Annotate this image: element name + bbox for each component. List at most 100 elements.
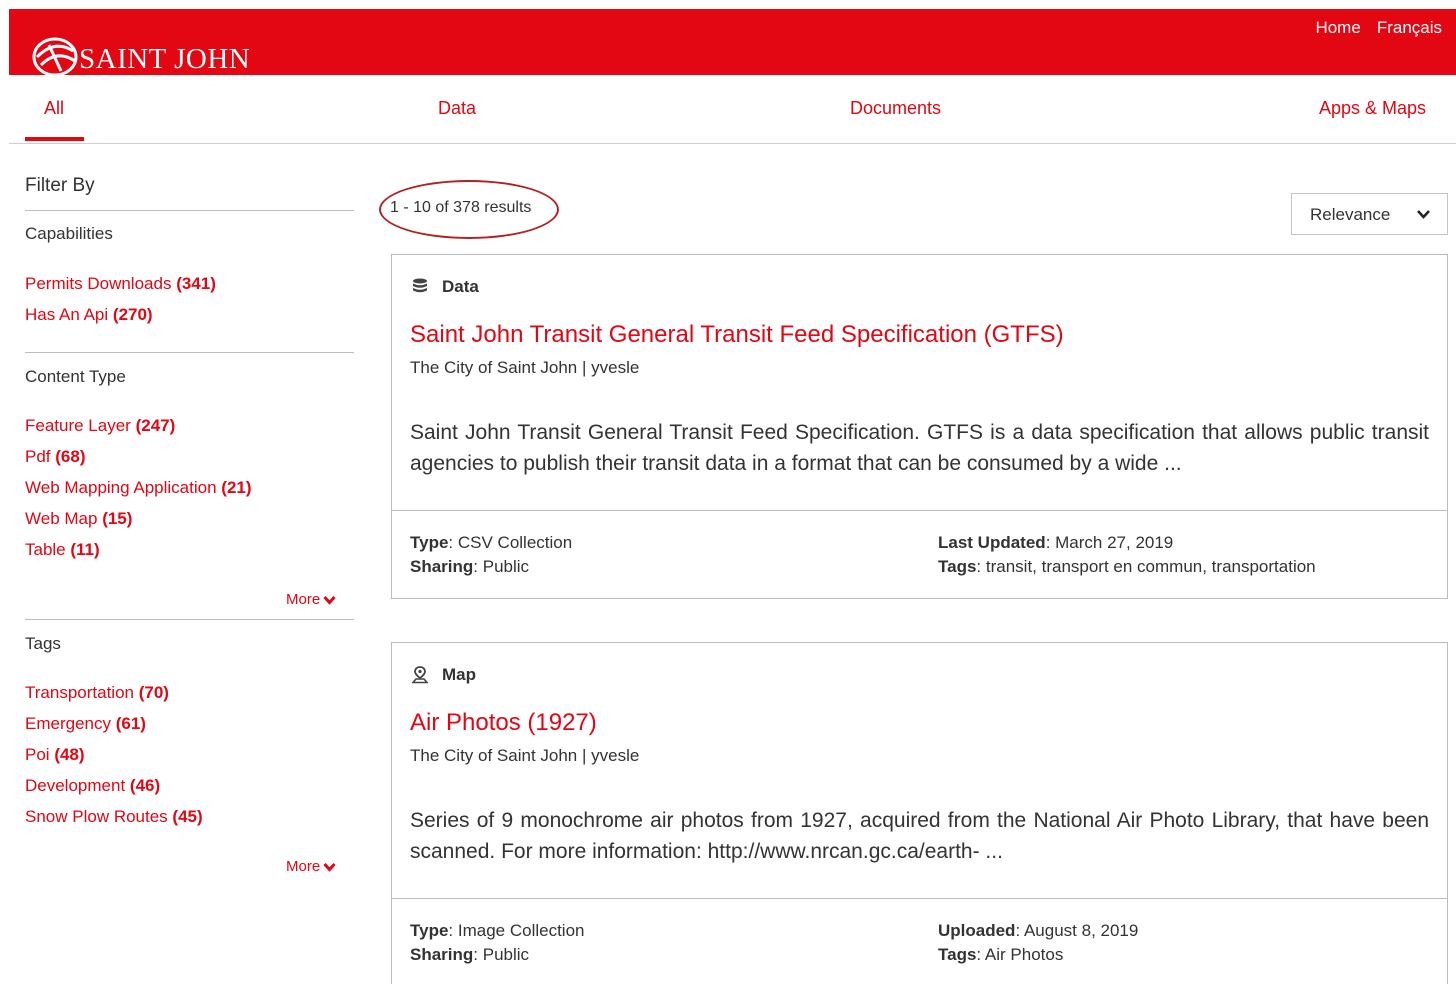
francais-link[interactable]: Français (1377, 18, 1442, 38)
facet-count: (48) (54, 745, 85, 764)
result-type-label: Data (442, 277, 479, 296)
meta-label: Tags (938, 945, 977, 964)
result-owner: The City of Saint John | yvesle (410, 358, 640, 377)
active-tab-indicator (25, 137, 84, 141)
facet-label: Permits Downloads (25, 274, 172, 293)
facet-label: Snow Plow Routes (25, 807, 168, 826)
map-pin-icon (412, 666, 428, 684)
tab-data[interactable]: Data (438, 98, 476, 119)
facet-emergency[interactable]: Emergency (61) (25, 714, 146, 734)
meta-value: : Public (473, 557, 530, 576)
divider (25, 352, 354, 353)
meta-value: : CSV Collection (448, 533, 573, 552)
divider (25, 210, 354, 211)
meta-label: Sharing (410, 557, 474, 576)
result-meta-sharing: Sharing: Public (410, 557, 529, 577)
tab-all[interactable]: All (44, 98, 64, 119)
meta-label: Sharing (410, 945, 474, 964)
capabilities-title: Capabilities (25, 224, 113, 243)
saint-john-logo[interactable]: SAINT JOHN (31, 35, 250, 79)
more-label: More (286, 591, 321, 608)
divider (392, 898, 1447, 899)
facet-poi[interactable]: Poi (48) (25, 745, 85, 765)
logo-emblem-icon (31, 35, 83, 79)
home-link[interactable]: Home (1315, 18, 1360, 38)
facet-count: (11) (70, 540, 100, 559)
facet-web-map[interactable]: Web Map (15) (25, 509, 132, 529)
result-title-link[interactable]: Air Photos (1927) (410, 709, 597, 737)
result-meta-sharing: Sharing: Public (410, 945, 529, 965)
facet-label: Development (25, 776, 126, 795)
facet-development[interactable]: Development (46) (25, 776, 160, 796)
tab-apps-maps[interactable]: Apps & Maps (1319, 98, 1426, 119)
result-description: Series of 9 monochrome air photos from 1… (410, 809, 1429, 863)
chevron-down-icon (323, 595, 336, 605)
facet-pdf[interactable]: Pdf (68) (25, 447, 86, 467)
result-type-label: Map (442, 665, 476, 684)
facet-count: (61) (115, 714, 146, 733)
facet-permits-downloads[interactable]: Permits Downloads (341) (25, 274, 216, 294)
facet-feature-layer[interactable]: Feature Layer (247) (25, 416, 175, 436)
facet-label: Pdf (25, 447, 51, 466)
facet-label: Feature Layer (25, 416, 131, 435)
result-owner: The City of Saint John | yvesle (410, 746, 640, 765)
result-meta-type: Type: Image Collection (410, 921, 585, 941)
meta-value: : Image Collection (448, 921, 585, 940)
facet-count: (15) (102, 509, 133, 528)
result-title-link[interactable]: Saint John Transit General Transit Feed … (410, 321, 1064, 349)
result-meta-tags: Tags: transit, transport en commun, tran… (938, 557, 1316, 577)
annotation-highlight-oval (379, 180, 559, 239)
result-meta-tags: Tags: Air Photos (938, 945, 1063, 965)
divider (392, 510, 1447, 511)
result-meta-date: Last Updated: March 27, 2019 (938, 533, 1173, 553)
meta-value: : March 27, 2019 (1045, 533, 1174, 552)
result-type: Map (412, 665, 476, 685)
result-type: Data (412, 277, 479, 297)
facet-snow-plow-routes[interactable]: Snow Plow Routes (45) (25, 807, 203, 827)
facet-label: Web Mapping Application (25, 478, 217, 497)
meta-value: : August 8, 2019 (1015, 921, 1139, 940)
filter-title: Filter By (25, 175, 95, 196)
chevron-down-icon (323, 862, 336, 872)
meta-label: Type (410, 921, 449, 940)
tags-more-button[interactable]: More (286, 858, 336, 875)
tab-documents[interactable]: Documents (850, 98, 941, 119)
meta-label: Last Updated (938, 533, 1046, 552)
facet-label: Transportation (25, 683, 134, 702)
sort-selected-value: Relevance (1310, 205, 1391, 224)
top-links: Home Français (1315, 18, 1442, 38)
facet-label: Emergency (25, 714, 111, 733)
chevron-down-icon (1417, 210, 1430, 219)
content-type-more-button[interactable]: More (286, 591, 336, 608)
facet-table[interactable]: Table (11) (25, 540, 100, 560)
facet-web-mapping-application[interactable]: Web Mapping Application (21) (25, 478, 252, 498)
result-card: Map Air Photos (1927) The City of Saint … (391, 642, 1448, 984)
tags-title: Tags (25, 634, 61, 653)
facet-label: Has An Api (25, 305, 109, 324)
sort-dropdown[interactable]: Relevance (1291, 193, 1448, 235)
more-label: More (286, 858, 321, 875)
facet-label: Table (25, 540, 66, 559)
meta-label: Tags (938, 557, 977, 576)
facet-count: (68) (55, 447, 86, 466)
result-card: Data Saint John Transit General Transit … (391, 254, 1448, 599)
divider (25, 619, 354, 620)
facet-count: (21) (221, 478, 252, 497)
result-meta-date: Uploaded: August 8, 2019 (938, 921, 1138, 941)
content-tabs: All Data Documents Apps & Maps (9, 75, 1456, 144)
facet-count: (46) (129, 776, 161, 795)
content-type-title: Content Type (25, 367, 126, 386)
facet-has-an-api[interactable]: Has An Api (270) (25, 305, 153, 325)
meta-label: Type (410, 533, 449, 552)
facet-count: (70) (138, 683, 169, 702)
result-description: Saint John Transit General Transit Feed … (410, 421, 1429, 475)
result-meta-type: Type: CSV Collection (410, 533, 572, 553)
facet-label: Poi (25, 745, 50, 764)
meta-value: : transit, transport en commun, transpor… (976, 557, 1316, 576)
brand-name: SAINT JOHN (79, 42, 251, 75)
facet-count: (247) (135, 416, 176, 435)
facet-transportation[interactable]: Transportation (70) (25, 683, 169, 703)
meta-value: : Public (473, 945, 530, 964)
facet-count: (341) (176, 274, 216, 293)
facet-count: (270) (112, 305, 153, 324)
